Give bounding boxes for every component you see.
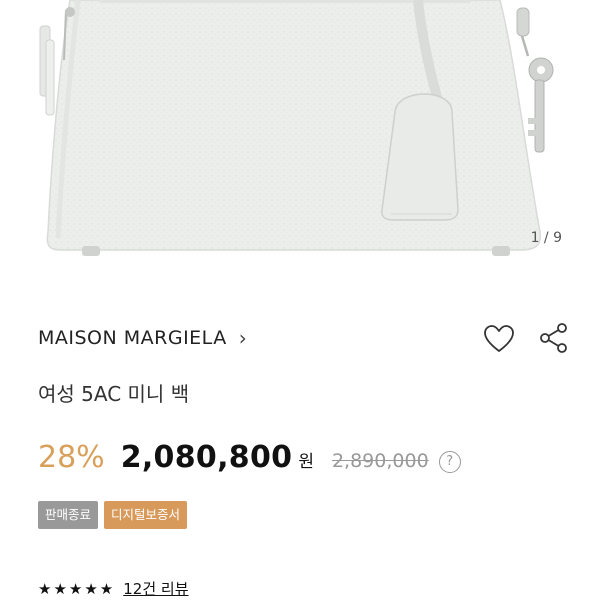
price-row: 28% 2,080,800 원 2,890,000 ? xyxy=(38,440,461,480)
sale-price: 2,080,800 xyxy=(120,440,293,475)
brand-name: MAISON MARGIELA xyxy=(38,327,227,349)
badge-list: 판매종료 디지털보증서 xyxy=(38,501,193,529)
image-pager: 1 / 9 xyxy=(530,230,562,246)
chevron-right-icon: › xyxy=(238,326,247,350)
review-count-link[interactable]: 12건 리뷰 xyxy=(123,578,188,599)
rating-row: ★★★★★ 12건 리뷰 xyxy=(38,578,189,599)
discount-rate: 28% xyxy=(38,440,105,475)
brand-link[interactable]: MAISON MARGIELA › xyxy=(38,322,247,354)
info-icon[interactable]: ? xyxy=(438,451,461,473)
handbag-illustration xyxy=(39,0,554,256)
original-price: 2,890,000 xyxy=(331,450,429,472)
heart-icon[interactable] xyxy=(483,324,515,354)
product-title: 여성 5AC 미니 백 xyxy=(38,382,190,406)
digital-warranty-badge: 디지털보증서 xyxy=(104,501,188,529)
star-rating-icon: ★★★★★ xyxy=(38,579,116,598)
sold-out-badge: 판매종료 xyxy=(38,501,99,529)
product-image[interactable]: 1 / 9 xyxy=(0,0,600,262)
currency-unit: 원 xyxy=(298,452,314,472)
share-icon[interactable] xyxy=(538,322,570,354)
